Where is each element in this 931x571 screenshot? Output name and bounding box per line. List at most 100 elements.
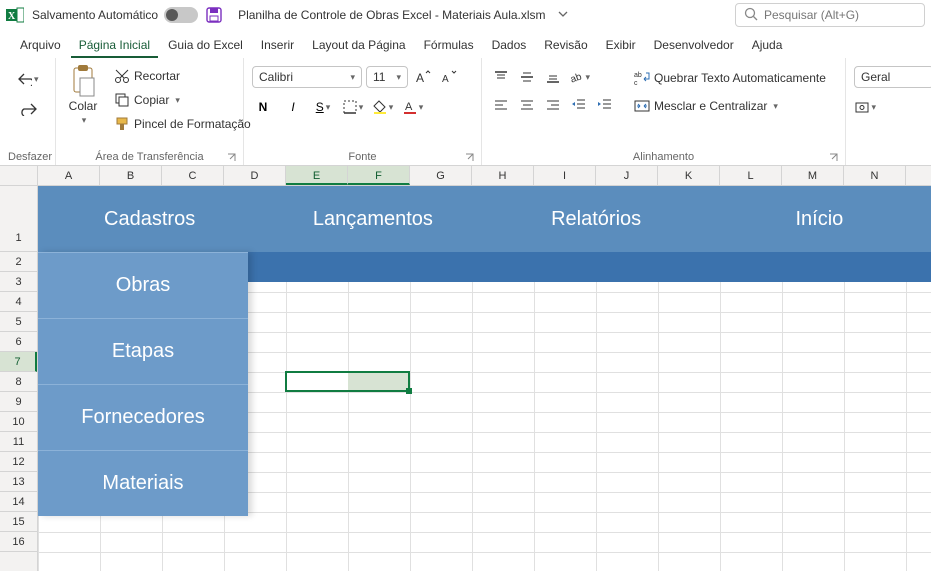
submenu-materiais[interactable]: Materiais: [38, 450, 248, 516]
tab-desenvolvedor[interactable]: Desenvolvedor: [646, 34, 742, 58]
row-header[interactable]: 16: [0, 532, 37, 552]
row-header[interactable]: 11: [0, 432, 37, 452]
borders-button[interactable]: ▾: [342, 96, 364, 118]
tab-revisao[interactable]: Revisão: [536, 34, 595, 58]
wrap-text-button[interactable]: abc Quebrar Texto Automaticamente: [630, 68, 830, 88]
merge-center-button[interactable]: Mesclar e Centralizar▾: [630, 96, 830, 116]
col-header[interactable]: I: [534, 166, 596, 185]
alignment-dialog-icon[interactable]: [829, 153, 839, 163]
row-header[interactable]: 13: [0, 472, 37, 492]
cells-area[interactable]: Cadastros Lançamentos Relatórios Início …: [38, 186, 931, 571]
font-size-select[interactable]: 11▾: [366, 66, 408, 88]
nav-lancamentos[interactable]: Lançamentos: [261, 186, 484, 252]
wrap-text-icon: abc: [634, 70, 650, 86]
fill-handle-icon[interactable]: [406, 388, 412, 394]
tab-guia-excel[interactable]: Guia do Excel: [160, 34, 251, 58]
spreadsheet-grid[interactable]: 1 2 3 4 5 6 7 8 9 10 11 12 13 14 15 16 C…: [0, 186, 931, 571]
underline-button[interactable]: S▾: [312, 96, 334, 118]
fill-color-button[interactable]: ▾: [372, 96, 394, 118]
group-label-number: [854, 161, 922, 163]
col-header[interactable]: A: [38, 166, 100, 185]
col-header[interactable]: K: [658, 166, 720, 185]
number-format-select[interactable]: Geral: [854, 66, 931, 88]
format-painter-button[interactable]: Pincel de Formatação: [110, 114, 255, 134]
decrease-indent-button[interactable]: [568, 94, 590, 116]
row-header[interactable]: 8: [0, 372, 37, 392]
col-header[interactable]: D: [224, 166, 286, 185]
svg-text:c: c: [634, 80, 638, 86]
tab-inserir[interactable]: Inserir: [253, 34, 302, 58]
row-header[interactable]: 6: [0, 332, 37, 352]
autosave-toggle[interactable]: [164, 7, 198, 23]
col-header[interactable]: C: [162, 166, 224, 185]
row-header[interactable]: 7: [0, 352, 37, 372]
nav-cadastros[interactable]: Cadastros: [38, 186, 261, 252]
tab-pagina-inicial[interactable]: Página Inicial: [71, 34, 158, 58]
nav-inicio[interactable]: Início: [708, 186, 931, 252]
row-header[interactable]: 14: [0, 492, 37, 512]
row-header[interactable]: 12: [0, 452, 37, 472]
align-middle-button[interactable]: [516, 66, 538, 88]
document-title: Planilha de Controle de Obras Excel - Ma…: [230, 8, 545, 22]
align-center-button[interactable]: [516, 94, 538, 116]
svg-text:A: A: [405, 101, 413, 113]
currency-button[interactable]: ▾: [854, 96, 876, 118]
tab-dados[interactable]: Dados: [484, 34, 535, 58]
tab-arquivo[interactable]: Arquivo: [12, 34, 69, 58]
save-icon[interactable]: [206, 7, 222, 23]
row-header[interactable]: 5: [0, 312, 37, 332]
svg-text:X: X: [8, 11, 16, 22]
excel-icon: X: [6, 6, 24, 24]
paste-button[interactable]: Colar▾: [64, 62, 102, 128]
cut-button[interactable]: Recortar: [110, 66, 255, 86]
submenu-cadastros: Obras Etapas Fornecedores Materiais: [38, 252, 248, 516]
nav-relatorios[interactable]: Relatórios: [485, 186, 708, 252]
title-chevron-icon[interactable]: [554, 8, 568, 22]
align-bottom-button[interactable]: [542, 66, 564, 88]
align-right-button[interactable]: [542, 94, 564, 116]
row-header[interactable]: 15: [0, 512, 37, 532]
decrease-font-button[interactable]: A: [438, 66, 460, 88]
increase-indent-button[interactable]: [594, 94, 616, 116]
col-header[interactable]: L: [720, 166, 782, 185]
col-header[interactable]: B: [100, 166, 162, 185]
submenu-obras[interactable]: Obras: [38, 252, 248, 318]
submenu-fornecedores[interactable]: Fornecedores: [38, 384, 248, 450]
row-header[interactable]: 2: [0, 252, 37, 272]
increase-font-button[interactable]: A: [412, 66, 434, 88]
col-header[interactable]: G: [410, 166, 472, 185]
col-header[interactable]: M: [782, 166, 844, 185]
copy-button[interactable]: Copiar▾: [110, 90, 255, 110]
tab-exibir[interactable]: Exibir: [598, 34, 644, 58]
undo-button[interactable]: ▾: [17, 68, 39, 90]
tab-formulas[interactable]: Fórmulas: [416, 34, 482, 58]
row-header[interactable]: 4: [0, 292, 37, 312]
col-header[interactable]: F: [348, 166, 410, 185]
redo-button[interactable]: [17, 98, 39, 120]
select-all-corner[interactable]: [0, 166, 38, 185]
row-header[interactable]: 9: [0, 392, 37, 412]
search-input[interactable]: Pesquisar (Alt+G): [735, 3, 925, 27]
row-header[interactable]: 3: [0, 272, 37, 292]
clipboard-dialog-icon[interactable]: [227, 153, 237, 163]
tab-layout[interactable]: Layout da Página: [304, 34, 413, 58]
orientation-button[interactable]: ab▾: [568, 66, 590, 88]
group-label-alignment: Alinhamento: [490, 149, 837, 163]
row-header[interactable]: 1: [0, 186, 37, 252]
align-left-button[interactable]: [490, 94, 512, 116]
col-header[interactable]: H: [472, 166, 534, 185]
italic-button[interactable]: I: [282, 96, 304, 118]
col-header[interactable]: N: [844, 166, 906, 185]
font-dialog-icon[interactable]: [465, 153, 475, 163]
bold-button[interactable]: N: [252, 96, 274, 118]
group-label-undo: Desfazer: [8, 149, 47, 163]
col-header[interactable]: E: [286, 166, 348, 185]
font-color-button[interactable]: A▾: [402, 96, 424, 118]
col-header[interactable]: J: [596, 166, 658, 185]
tab-ajuda[interactable]: Ajuda: [744, 34, 791, 58]
submenu-etapas[interactable]: Etapas: [38, 318, 248, 384]
row-header[interactable]: 10: [0, 412, 37, 432]
font-name-select[interactable]: Calibri▾: [252, 66, 362, 88]
row-headers: 1 2 3 4 5 6 7 8 9 10 11 12 13 14 15 16: [0, 186, 38, 571]
align-top-button[interactable]: [490, 66, 512, 88]
